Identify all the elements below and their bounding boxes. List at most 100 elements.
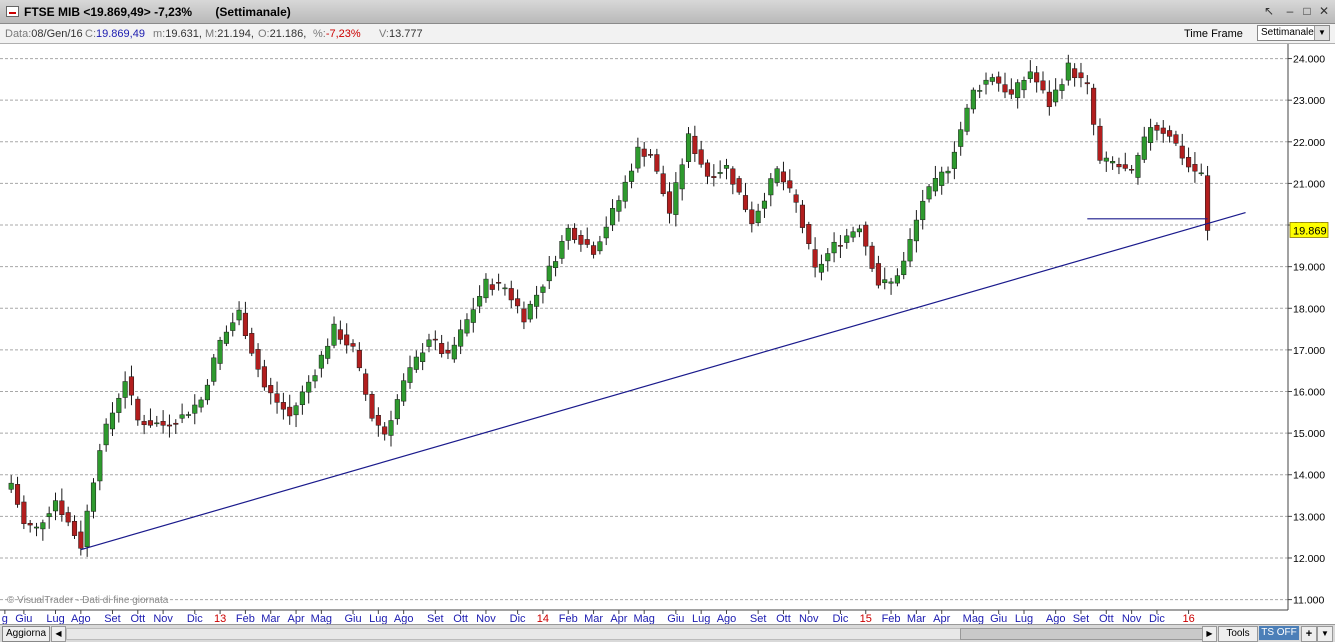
candle xyxy=(996,71,1002,92)
candle xyxy=(1116,157,1122,175)
y-tick-label: 17.000 xyxy=(1293,345,1325,357)
window-title: FTSE MIB <19.869,49> -7,23% (Settimanale… xyxy=(24,5,291,19)
candle-body-up xyxy=(1148,127,1154,143)
candle xyxy=(945,166,951,184)
candle-body-down xyxy=(27,523,33,526)
candle-body-up xyxy=(970,89,976,110)
minimize-button[interactable]: – xyxy=(1283,4,1297,18)
candle xyxy=(831,232,837,263)
y-tick-label: 24.000 xyxy=(1293,54,1325,66)
candle-body-up xyxy=(951,151,957,169)
candle xyxy=(1078,62,1084,88)
candle xyxy=(274,381,280,414)
candle-body-up xyxy=(761,200,768,209)
scroll-left-arrow-icon[interactable]: ◀ xyxy=(51,626,66,642)
ts-off-button[interactable]: TS OFF xyxy=(1259,626,1299,640)
candle xyxy=(287,394,293,425)
scroll-right-arrow-icon[interactable]: ▶ xyxy=(1202,626,1217,642)
candle xyxy=(584,227,590,248)
candle-body-up xyxy=(464,319,470,334)
candle xyxy=(742,182,749,213)
candle-body-up xyxy=(426,339,432,347)
candle-body-up xyxy=(109,412,116,430)
candle xyxy=(958,121,964,156)
candle xyxy=(635,137,641,173)
candle xyxy=(515,289,521,314)
candle xyxy=(1141,126,1147,163)
x-axis-labels: g Giu Lug Ago Set Ott Nov Dic 13 Feb Mar Apr Mag Giu L… xyxy=(2,610,1195,624)
candle xyxy=(951,141,957,180)
candle-body-up xyxy=(920,200,926,221)
candle xyxy=(755,203,761,227)
candle-body-down xyxy=(356,350,362,369)
candle-body-up xyxy=(939,171,945,186)
y-axis-labels: 11.000 12.000 13.000 14.000 15.000 16.000 17.0… xyxy=(1288,54,1325,607)
candle-body-up xyxy=(907,239,913,262)
app-icon xyxy=(6,6,19,17)
maximize-button[interactable]: □ xyxy=(1300,4,1314,18)
plus-button[interactable]: + xyxy=(1301,626,1317,642)
candle xyxy=(331,316,337,349)
candle-body-down xyxy=(432,338,438,341)
candle-body-down xyxy=(173,422,179,425)
scrollbar-thumb[interactable] xyxy=(960,628,1206,640)
candle-body-up xyxy=(565,227,571,241)
candle xyxy=(907,228,913,268)
candle xyxy=(863,221,869,256)
pin-icon[interactable]: ↖ xyxy=(1262,4,1276,18)
chevron-down-icon[interactable]: ▼ xyxy=(1317,626,1333,642)
x-tick-label: Giu xyxy=(15,613,32,624)
candle xyxy=(679,158,685,201)
candle xyxy=(799,200,806,234)
candle xyxy=(647,149,654,158)
x-tick-label: Apr xyxy=(933,613,950,624)
last-price-label: 19.869 xyxy=(1293,225,1327,237)
candle xyxy=(135,396,141,426)
candle-body-down xyxy=(287,406,293,417)
timeframe-select[interactable]: Settimanale ▼ xyxy=(1257,25,1330,41)
candlestick-chart[interactable]: 11.000 12.000 13.000 14.000 15.000 16.000 17.0… xyxy=(0,44,1335,624)
aggiorna-button[interactable]: Aggiorna xyxy=(2,626,50,642)
candle-body-down xyxy=(1072,68,1078,78)
candle xyxy=(122,371,128,409)
timeframe-value: Settimanale xyxy=(1261,27,1314,38)
candle xyxy=(926,184,932,203)
x-tick-label: Nov xyxy=(476,613,496,624)
x-tick-label: Dic xyxy=(510,613,526,624)
x-tick-label: Feb xyxy=(236,613,255,624)
candle-body-down xyxy=(793,194,799,203)
candle xyxy=(540,284,546,304)
candle xyxy=(856,224,862,238)
candle-body-down xyxy=(1160,127,1166,134)
candle xyxy=(394,394,400,425)
candle xyxy=(173,419,179,434)
x-tick-label: Mag xyxy=(633,613,654,624)
candle-body-down xyxy=(1091,87,1097,125)
info-volume: V:13.777 xyxy=(379,28,423,40)
x-tick-label: 16 xyxy=(1182,613,1194,624)
candle-body-up xyxy=(679,164,685,190)
candle-body-down xyxy=(780,171,787,183)
candle-body-down xyxy=(591,245,597,255)
x-tick-label: Set xyxy=(427,613,444,624)
candle xyxy=(1027,60,1033,83)
candle-body-up xyxy=(825,253,831,262)
candle xyxy=(280,392,286,420)
tools-button[interactable]: Tools xyxy=(1218,626,1258,642)
candle xyxy=(628,163,635,189)
candle-body-down xyxy=(350,343,356,347)
candle-body-down xyxy=(274,393,280,403)
candle-body-down xyxy=(1179,145,1185,159)
x-tick-label: Feb xyxy=(882,613,901,624)
candle xyxy=(521,301,527,330)
candle-body-up xyxy=(1103,157,1109,162)
candle xyxy=(166,414,172,438)
chevron-down-icon[interactable]: ▼ xyxy=(1314,26,1329,40)
close-button[interactable]: ✕ xyxy=(1317,4,1331,18)
candle xyxy=(261,359,267,391)
candle-body-down xyxy=(128,376,135,396)
candle-body-down xyxy=(160,421,166,426)
candle xyxy=(445,341,451,360)
candle xyxy=(1148,118,1154,151)
candle-body-down xyxy=(337,329,343,340)
